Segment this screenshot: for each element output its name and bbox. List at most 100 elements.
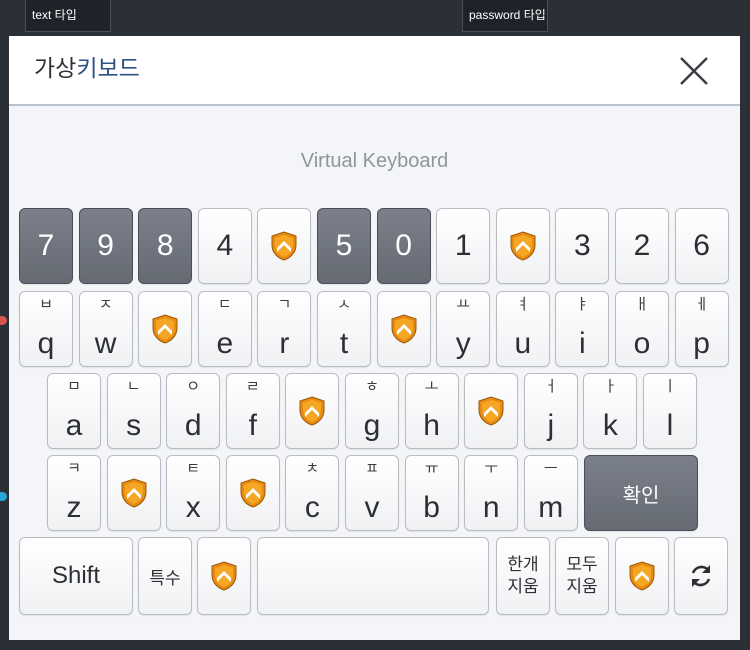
letter-label: d bbox=[184, 409, 202, 442]
letter-key-c[interactable]: ㅊc bbox=[285, 455, 340, 531]
shift-key[interactable]: Shift bbox=[19, 537, 133, 615]
refresh-key[interactable] bbox=[674, 537, 728, 615]
letter-key-w[interactable]: ㅈw bbox=[78, 291, 133, 367]
blank-key[interactable] bbox=[106, 455, 161, 531]
blank-key[interactable] bbox=[615, 537, 669, 615]
letter-key-a[interactable]: ㅁa bbox=[47, 373, 101, 449]
letter-key-d[interactable]: ㅇd bbox=[166, 373, 221, 449]
clear-one-label-text: 한개 지움 bbox=[507, 554, 538, 598]
space-key[interactable] bbox=[257, 537, 489, 615]
confirm-button[interactable]: 확인 bbox=[584, 455, 698, 531]
clear-all-label-text: 모두 지움 bbox=[566, 554, 597, 598]
dialog-title-part1: 가상 bbox=[34, 55, 77, 81]
letter-label: n bbox=[482, 491, 500, 524]
letter-key-f[interactable]: ㄹf bbox=[225, 373, 280, 449]
letter-key-o[interactable]: ㅐo bbox=[615, 291, 669, 367]
number-key-label: 8 bbox=[156, 229, 174, 262]
number-key-9[interactable]: 9 bbox=[78, 208, 133, 284]
letter-key-k[interactable]: ㅏk bbox=[583, 373, 638, 449]
shield-icon-wrap bbox=[227, 456, 279, 530]
shield-logo-icon bbox=[510, 231, 536, 261]
number-key-label: 9 bbox=[97, 229, 114, 262]
shield-icon-wrap bbox=[198, 538, 250, 614]
number-key-3[interactable]: 3 bbox=[555, 208, 610, 284]
number-key-8[interactable]: 8 bbox=[138, 208, 193, 284]
number-key-label: 5 bbox=[335, 229, 353, 262]
jamo-label: ㅠ bbox=[424, 460, 439, 477]
letter-key-z[interactable]: ㅋz bbox=[47, 455, 101, 531]
jamo-label: ㄹ bbox=[245, 378, 260, 395]
blank-key[interactable] bbox=[464, 373, 519, 449]
shield-logo-icon bbox=[478, 396, 504, 426]
number-key-label: 0 bbox=[395, 229, 412, 262]
blank-key[interactable] bbox=[257, 208, 312, 284]
letter-key-n[interactable]: ㅜn bbox=[464, 455, 519, 531]
number-key-label: 6 bbox=[693, 229, 710, 262]
blank-key[interactable] bbox=[376, 291, 431, 367]
close-button[interactable] bbox=[673, 50, 715, 92]
jamo-label: ㅕ bbox=[515, 296, 530, 313]
jamo-label: ㄱ bbox=[277, 296, 292, 313]
blank-key[interactable] bbox=[225, 455, 280, 531]
tab-password-type[interactable]: password 타입 bbox=[462, 0, 548, 32]
dialog-title-part2: 키보드 bbox=[76, 55, 140, 81]
letter-key-s[interactable]: ㄴs bbox=[106, 373, 161, 449]
number-key-5[interactable]: 5 bbox=[317, 208, 371, 284]
letter-label: r bbox=[279, 327, 290, 360]
clear-all-key[interactable]: 모두 지움 bbox=[555, 537, 609, 615]
special-key[interactable]: 특수 bbox=[138, 537, 192, 615]
letter-label: b bbox=[423, 491, 440, 524]
jamo-label: ㅓ bbox=[543, 378, 558, 395]
shield-logo-icon bbox=[152, 314, 178, 344]
letter-key-v[interactable]: ㅍv bbox=[345, 455, 399, 531]
letter-key-l[interactable]: ㅣl bbox=[643, 373, 697, 449]
letter-key-j[interactable]: ㅓj bbox=[523, 373, 578, 449]
jamo-label: ㅅ bbox=[337, 296, 351, 313]
letter-label: x bbox=[185, 491, 201, 524]
number-key-6[interactable]: 6 bbox=[674, 208, 729, 284]
letter-key-t[interactable]: ㅅt bbox=[317, 291, 371, 367]
clear-one-label-line2: 지움 bbox=[507, 577, 539, 596]
tab-password-type-label: password 타입 bbox=[469, 8, 546, 22]
letter-key-b[interactable]: ㅠb bbox=[404, 455, 459, 531]
letter-key-y[interactable]: ㅛy bbox=[436, 291, 491, 367]
confirm-label: 확인 bbox=[622, 484, 660, 507]
letter-label: j bbox=[547, 409, 555, 442]
letter-key-p[interactable]: ㅔp bbox=[674, 291, 729, 367]
number-key-0[interactable]: 0 bbox=[376, 208, 431, 284]
shield-icon-wrap bbox=[139, 292, 191, 366]
letter-label: i bbox=[579, 327, 586, 360]
clear-one-label: 한개 지움 bbox=[497, 538, 549, 614]
letter-label: o bbox=[633, 327, 651, 360]
blank-key[interactable] bbox=[197, 537, 251, 615]
letter-label: g bbox=[363, 409, 381, 442]
letter-key-g[interactable]: ㅎg bbox=[345, 373, 399, 449]
blank-key[interactable] bbox=[285, 373, 340, 449]
letter-label: k bbox=[602, 409, 618, 442]
blank-key[interactable] bbox=[138, 291, 193, 367]
letter-key-u[interactable]: ㅕu bbox=[495, 291, 550, 367]
background-right-edge bbox=[741, 36, 750, 650]
shield-icon-wrap bbox=[286, 374, 338, 448]
letter-label: f bbox=[248, 409, 257, 442]
number-key-label: 7 bbox=[37, 229, 55, 262]
number-key-7[interactable]: 7 bbox=[19, 208, 73, 284]
letter-key-q[interactable]: ㅂq bbox=[19, 291, 73, 367]
number-key-1[interactable]: 1 bbox=[436, 208, 491, 284]
blank-key[interactable] bbox=[495, 208, 550, 284]
letter-key-m[interactable]: ㅡm bbox=[523, 455, 578, 531]
letter-key-r[interactable]: ㄱr bbox=[257, 291, 312, 367]
tab-text-type[interactable]: text 타입 bbox=[25, 0, 111, 32]
letter-key-x[interactable]: ㅌx bbox=[166, 455, 221, 531]
background-left-edge bbox=[0, 36, 9, 650]
letter-key-e[interactable]: ㄷe bbox=[197, 291, 252, 367]
background-red-marker bbox=[0, 316, 7, 325]
clear-all-label: 모두 지움 bbox=[556, 538, 608, 614]
letter-key-h[interactable]: ㅗh bbox=[404, 373, 459, 449]
shield-icon-wrap bbox=[616, 538, 668, 614]
jamo-label: ㅛ bbox=[456, 296, 471, 313]
number-key-4[interactable]: 4 bbox=[197, 208, 252, 284]
letter-key-i[interactable]: ㅑi bbox=[555, 291, 610, 367]
clear-one-key[interactable]: 한개 지움 bbox=[496, 537, 550, 615]
number-key-2[interactable]: 2 bbox=[615, 208, 669, 284]
